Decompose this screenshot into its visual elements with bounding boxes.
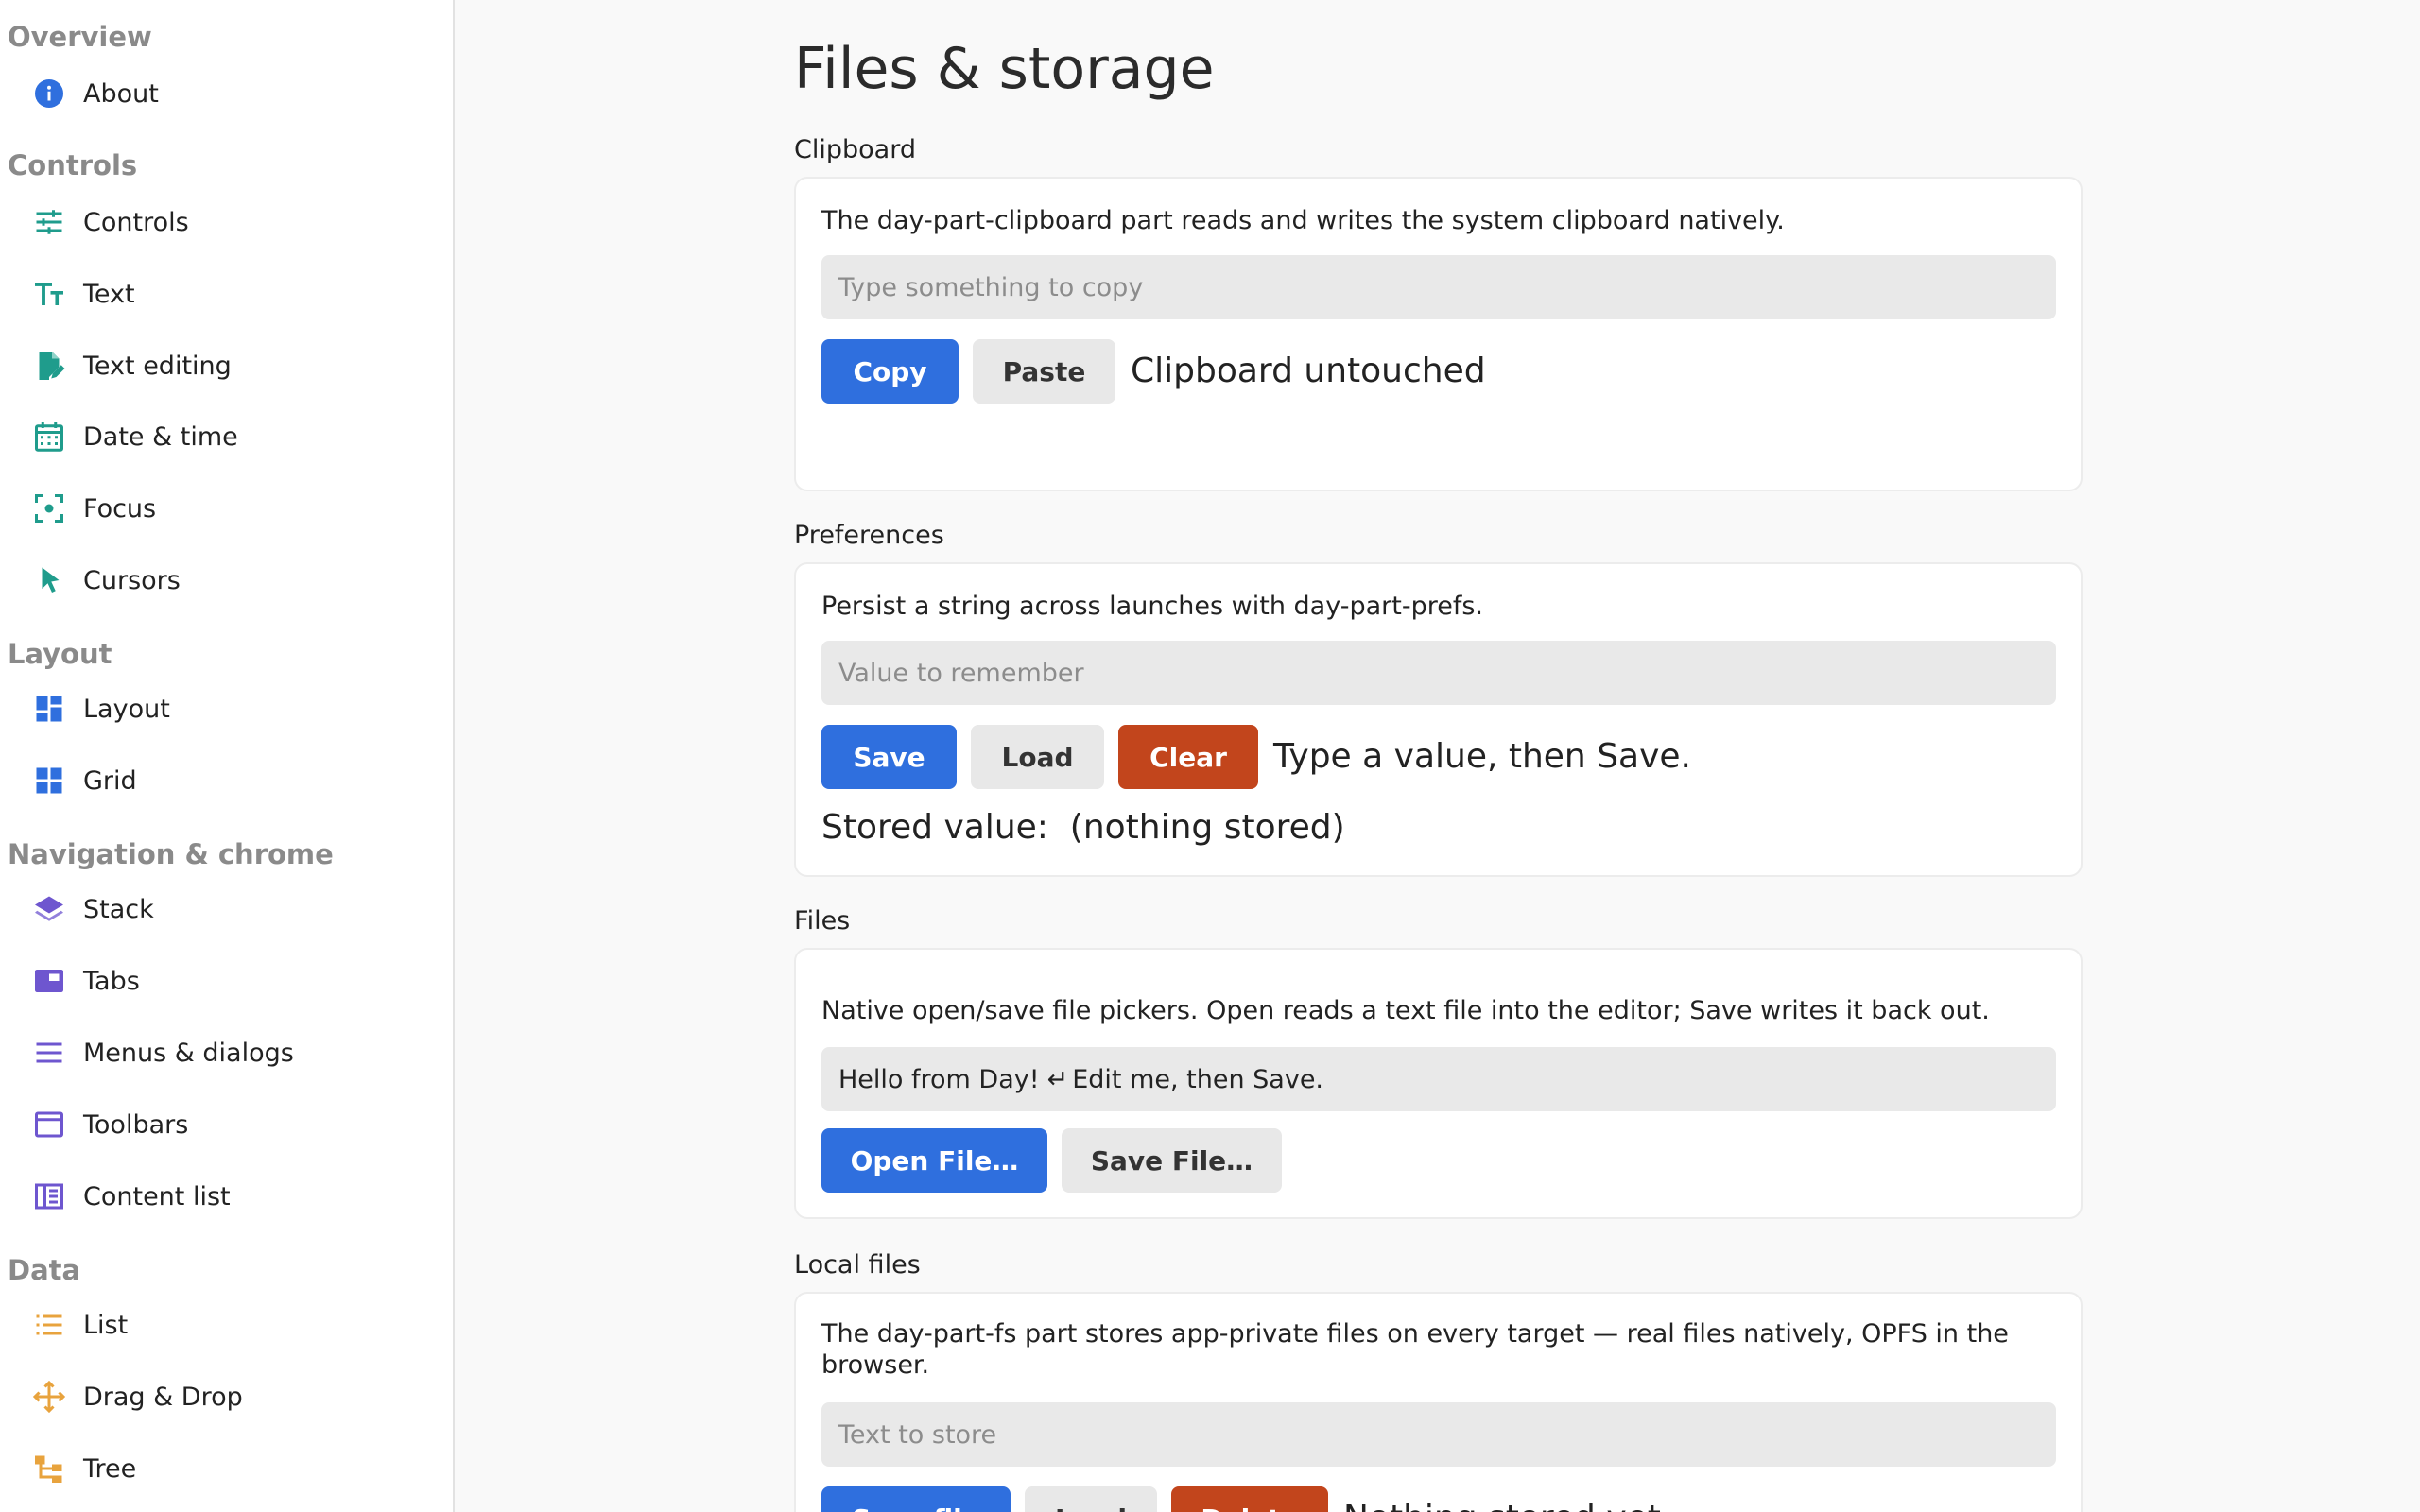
sidebar-item-text-editing[interactable]: Text editing bbox=[0, 335, 452, 396]
edit-document-icon bbox=[32, 349, 66, 383]
tree-icon bbox=[32, 1452, 66, 1486]
sidebar-item-label: About bbox=[83, 78, 159, 109]
tab-icon bbox=[32, 964, 66, 998]
sidebar-item-focus[interactable]: Focus bbox=[0, 478, 452, 539]
sidebar-item-toolbars[interactable]: Toolbars bbox=[0, 1094, 452, 1155]
sidebar-item-label: Menus & dialogs bbox=[83, 1038, 294, 1068]
sidebar-item-label: List bbox=[83, 1310, 129, 1340]
window-icon bbox=[32, 1108, 66, 1142]
sidebar-item-label: Text editing bbox=[83, 351, 232, 381]
clipboard-card: The day-part-clipboard part reads and wr… bbox=[794, 177, 2083, 491]
section-title-data: Data bbox=[8, 1254, 81, 1286]
sidebar: Overview About Controls Controls Text Te… bbox=[0, 0, 455, 1512]
sidebar-item-grid[interactable]: Grid bbox=[0, 750, 452, 811]
layers-icon bbox=[32, 892, 66, 926]
list-icon bbox=[32, 1308, 66, 1342]
preferences-card: Persist a string across launches with da… bbox=[794, 562, 2083, 877]
save-file-button[interactable]: Save File… bbox=[1062, 1128, 1282, 1193]
sidebar-item-text[interactable]: Text bbox=[0, 264, 452, 324]
paste-button[interactable]: Paste bbox=[973, 339, 1115, 404]
preferences-input[interactable] bbox=[821, 641, 2056, 705]
sidebar-item-label: Content list bbox=[83, 1181, 231, 1211]
newline-glyph: ↵ bbox=[1046, 1064, 1069, 1094]
save-button[interactable]: Save bbox=[821, 725, 957, 789]
local-files-status: Nothing stored yet. bbox=[1343, 1499, 1671, 1512]
sidebar-item-label: Focus bbox=[83, 493, 157, 524]
sidebar-item-date-time[interactable]: Date & time bbox=[0, 406, 452, 467]
info-icon bbox=[32, 77, 66, 111]
sidebar-item-menus-dialogs[interactable]: Menus & dialogs bbox=[0, 1022, 452, 1083]
clipboard-input[interactable] bbox=[821, 255, 2056, 319]
local-files-card: The day-part-fs part stores app-private … bbox=[794, 1292, 2083, 1512]
page-title: Files & storage bbox=[794, 36, 1215, 102]
copy-button[interactable]: Copy bbox=[821, 339, 959, 404]
sidebar-item-content-list[interactable]: Content list bbox=[0, 1166, 452, 1227]
save-local-file-button[interactable]: Save file bbox=[821, 1486, 1011, 1512]
move-icon bbox=[32, 1380, 66, 1414]
calendar-icon bbox=[32, 420, 66, 454]
sidebar-item-label: Stack bbox=[83, 894, 154, 924]
preferences-section-label: Preferences bbox=[794, 521, 944, 550]
section-title-layout: Layout bbox=[8, 638, 112, 670]
sidebar-item-controls[interactable]: Controls bbox=[0, 192, 452, 252]
files-card: Native open/save file pickers. Open read… bbox=[794, 948, 2083, 1219]
editor-line-1: Hello from Day! bbox=[838, 1064, 1040, 1094]
text-size-icon bbox=[32, 277, 66, 311]
local-files-input[interactable] bbox=[821, 1402, 2056, 1467]
delete-local-file-button[interactable]: Delete bbox=[1171, 1486, 1328, 1512]
sidebar-item-cursors[interactable]: Cursors bbox=[0, 550, 452, 610]
sidebar-item-layout[interactable]: Layout bbox=[0, 679, 452, 739]
sidebar-item-stack[interactable]: Stack bbox=[0, 879, 452, 939]
grid-icon bbox=[32, 764, 66, 798]
preferences-status: Type a value, then Save. bbox=[1273, 737, 1692, 776]
stored-value: (nothing stored) bbox=[1069, 808, 1345, 847]
sidebar-item-tabs[interactable]: Tabs bbox=[0, 951, 452, 1011]
files-description: Native open/save file pickers. Open read… bbox=[821, 996, 1990, 1025]
local-files-section-label: Local files bbox=[794, 1250, 921, 1280]
cursor-icon bbox=[32, 563, 66, 597]
load-local-file-button[interactable]: Load bbox=[1025, 1486, 1157, 1512]
sidebar-item-label: Grid bbox=[83, 765, 137, 796]
stored-value-row: Stored value: (nothing stored) bbox=[821, 808, 1345, 847]
clear-button[interactable]: Clear bbox=[1118, 725, 1258, 789]
clipboard-status: Clipboard untouched bbox=[1131, 352, 1486, 390]
focus-icon bbox=[32, 491, 66, 525]
sidebar-item-label: Cursors bbox=[83, 565, 181, 595]
clipboard-description: The day-part-clipboard part reads and wr… bbox=[821, 206, 1785, 235]
stored-value-label: Stored value: bbox=[821, 808, 1048, 847]
file-editor[interactable]: Hello from Day! ↵ Edit me, then Save. bbox=[821, 1047, 2056, 1111]
sidebar-item-list[interactable]: List bbox=[0, 1295, 452, 1355]
menu-icon bbox=[32, 1036, 66, 1070]
editor-line-2: Edit me, then Save. bbox=[1072, 1064, 1324, 1094]
load-button[interactable]: Load bbox=[971, 725, 1104, 789]
sidebar-item-label: Tree bbox=[83, 1453, 137, 1484]
sidebar-item-drag-drop[interactable]: Drag & Drop bbox=[0, 1366, 452, 1427]
local-files-description: The day-part-fs part stores app-private … bbox=[821, 1319, 2009, 1380]
sidebar-item-label: Date & time bbox=[83, 421, 238, 452]
main-content: Files & storage Clipboard The day-part-c… bbox=[456, 0, 2420, 1512]
sidebar-item-about[interactable]: About bbox=[0, 63, 452, 124]
sidebar-item-label: Drag & Drop bbox=[83, 1382, 243, 1412]
section-title-navigation: Navigation & chrome bbox=[8, 838, 334, 870]
open-file-button[interactable]: Open File… bbox=[821, 1128, 1047, 1193]
files-section-label: Files bbox=[794, 906, 851, 936]
section-title-overview: Overview bbox=[8, 21, 152, 53]
sidebar-item-label: Controls bbox=[83, 207, 189, 237]
sidebar-item-tree[interactable]: Tree bbox=[0, 1438, 452, 1499]
sliders-icon bbox=[32, 205, 66, 239]
section-title-controls: Controls bbox=[8, 149, 138, 181]
sidebar-item-label: Toolbars bbox=[83, 1109, 189, 1140]
sidebar-item-label: Text bbox=[83, 279, 135, 309]
clipboard-section-label: Clipboard bbox=[794, 135, 916, 164]
content-list-icon bbox=[32, 1179, 66, 1213]
preferences-description: Persist a string across launches with da… bbox=[821, 592, 1483, 621]
sidebar-item-label: Tabs bbox=[83, 966, 140, 996]
layout-icon bbox=[32, 692, 66, 726]
sidebar-item-label: Layout bbox=[83, 694, 170, 724]
